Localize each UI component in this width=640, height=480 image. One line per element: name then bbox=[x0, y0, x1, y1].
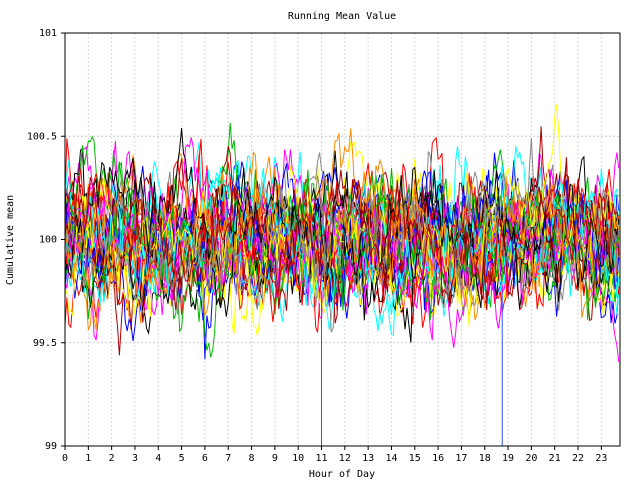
y-tick-label: 100.5 bbox=[27, 131, 57, 142]
running-mean-chart: Running Mean Value 9999.5100100.5101 012… bbox=[0, 0, 640, 480]
x-tick-label: 8 bbox=[249, 453, 255, 464]
x-tick-label: 1 bbox=[85, 453, 91, 464]
x-tick-label: 5 bbox=[179, 453, 185, 464]
x-tick-label: 9 bbox=[272, 453, 278, 464]
y-tick-label: 100 bbox=[39, 235, 57, 246]
chart-title: Running Mean Value bbox=[288, 11, 396, 22]
x-tick-label: 11 bbox=[315, 453, 327, 464]
x-tick-label: 13 bbox=[362, 453, 374, 464]
y-axis-label: Cumulative mean bbox=[5, 195, 16, 285]
x-tick-label: 16 bbox=[432, 453, 444, 464]
y-tick-label: 99.5 bbox=[33, 338, 57, 349]
x-tick-label: 22 bbox=[572, 453, 584, 464]
y-tick-label: 101 bbox=[39, 28, 57, 39]
x-tick-label: 0 bbox=[62, 453, 68, 464]
x-tick-label: 2 bbox=[109, 453, 115, 464]
x-tick-label: 23 bbox=[595, 453, 607, 464]
x-tick-label: 7 bbox=[225, 453, 231, 464]
x-tick-label: 14 bbox=[385, 453, 397, 464]
x-tick-label: 3 bbox=[132, 453, 138, 464]
x-tick-label: 17 bbox=[455, 453, 467, 464]
x-tick-label: 6 bbox=[202, 453, 208, 464]
x-tick-label: 18 bbox=[479, 453, 491, 464]
x-tick-label: 21 bbox=[549, 453, 561, 464]
y-tick-label: 99 bbox=[45, 441, 57, 452]
x-tick-label: 10 bbox=[292, 453, 304, 464]
x-axis-label: Hour of Day bbox=[309, 469, 375, 480]
x-tick-label: 19 bbox=[502, 453, 514, 464]
x-tick-label: 4 bbox=[155, 453, 161, 464]
x-tick-label: 15 bbox=[409, 453, 421, 464]
x-tick-label: 20 bbox=[525, 453, 537, 464]
x-tick-label: 12 bbox=[339, 453, 351, 464]
